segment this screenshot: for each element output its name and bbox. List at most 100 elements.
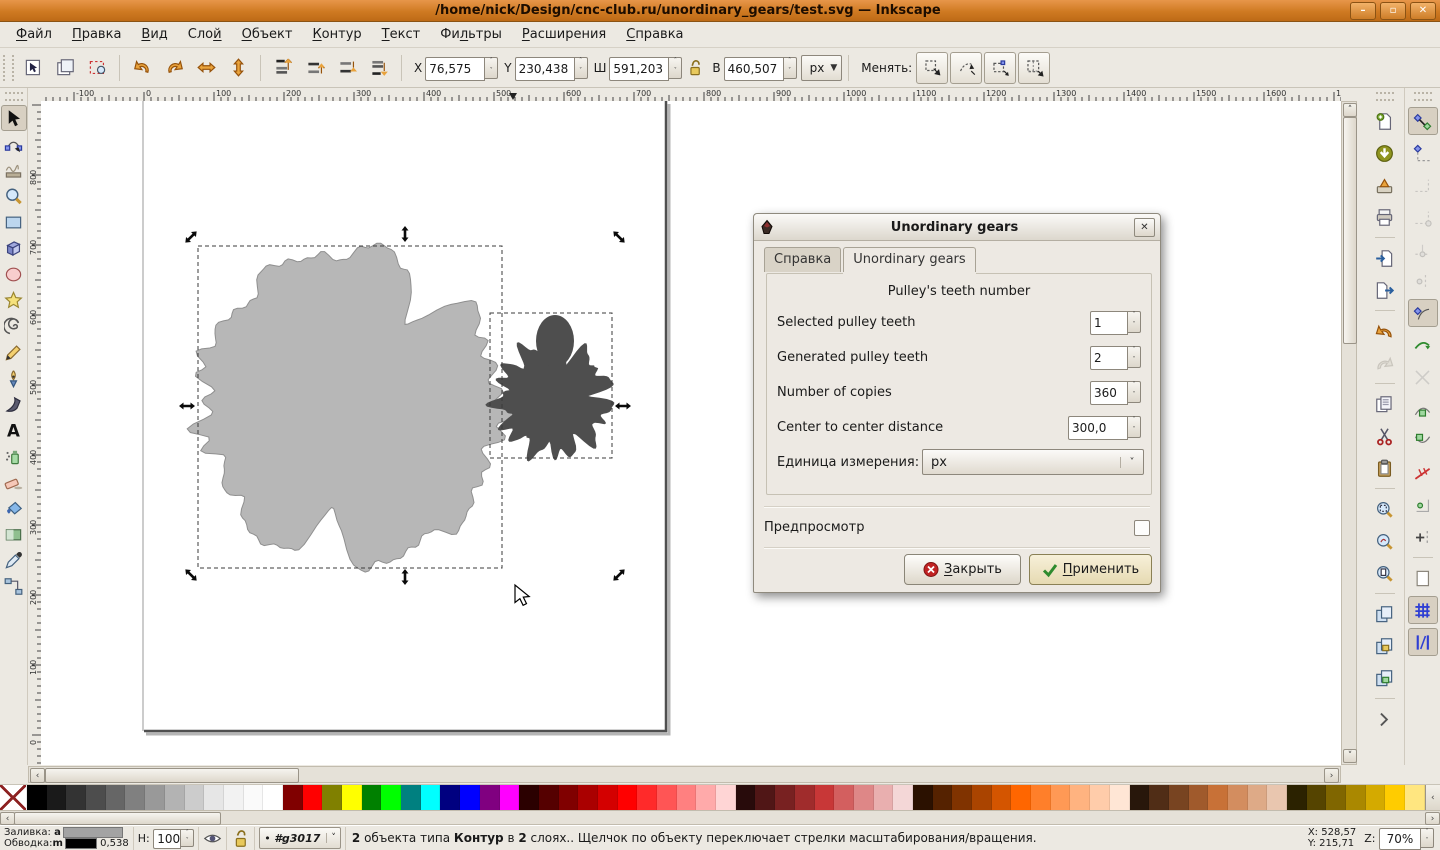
ellipse-tool-button[interactable] (1, 261, 27, 287)
color-swatch[interactable] (755, 785, 776, 810)
menu-2-item[interactable]: Правка (62, 23, 131, 46)
width-field[interactable]: 591,203 ˄ ˅ (609, 56, 683, 81)
color-swatch[interactable] (952, 785, 972, 810)
close-button[interactable]: ✕ (1410, 1, 1436, 20)
fill-swatch[interactable] (62, 827, 123, 838)
color-swatch[interactable] (991, 785, 1012, 810)
tweak-tool-button[interactable] (1, 157, 27, 183)
zoom-page-button[interactable] (1370, 559, 1400, 587)
dropper-tool-button[interactable] (1, 547, 27, 573)
dialog-tab-1[interactable]: Справка (764, 247, 842, 272)
opacity-spinbox[interactable]: 100 ˄ ˅ (153, 829, 195, 849)
scroll-right-icon[interactable]: › (1324, 768, 1339, 783)
flip-horizontal-button[interactable] (191, 53, 221, 83)
color-swatch[interactable] (164, 785, 185, 810)
menu-1-item[interactable]: Файл (6, 23, 62, 46)
connector-tool-button[interactable] (1, 573, 27, 599)
star-tool-button[interactable] (1, 287, 27, 313)
snap-bbox-center-toggle[interactable] (1408, 267, 1438, 295)
color-swatch[interactable] (1287, 785, 1307, 810)
color-swatch[interactable] (538, 785, 559, 810)
spray-tool-button[interactable] (1, 443, 27, 469)
eraser-tool-button[interactable] (1, 469, 27, 495)
color-swatch[interactable] (184, 785, 205, 810)
select-in-all-layers-button[interactable] (50, 53, 80, 83)
node-tool-button[interactable] (1, 131, 27, 157)
menu-5-item[interactable]: Объект (232, 23, 303, 46)
snap-smooth-toggle[interactable] (1408, 427, 1438, 455)
select-all-button[interactable] (18, 53, 48, 83)
raise-to-top-button[interactable] (268, 53, 298, 83)
dialog-close-button[interactable]: ✕ (1134, 217, 1155, 237)
snap-path-toggle[interactable] (1408, 331, 1438, 359)
commandsbar-grip[interactable] (1375, 92, 1394, 101)
param-spinbox[interactable]: 2 ˄ ˅ (1090, 346, 1141, 370)
color-swatch-none[interactable] (0, 785, 27, 810)
snap-mid-toggle[interactable] (1408, 459, 1438, 487)
snap-bbox-edge-toggle[interactable] (1408, 171, 1438, 199)
snap-node-toggle[interactable] (1407, 299, 1438, 327)
scroll-down-icon[interactable]: ˅ (1343, 749, 1357, 763)
snapbar-grip[interactable] (1413, 92, 1432, 101)
snap-bbox-toggle[interactable] (1408, 139, 1438, 167)
deselect-button[interactable] (82, 53, 112, 83)
flip-vertical-button[interactable] (223, 53, 253, 83)
color-swatch[interactable] (1070, 785, 1091, 810)
color-swatch[interactable] (1168, 785, 1189, 810)
color-swatch[interactable] (204, 785, 224, 810)
selection-handle[interactable] (179, 402, 195, 410)
color-swatch[interactable] (578, 785, 598, 810)
color-swatch[interactable] (145, 785, 165, 810)
horizontal-ruler[interactable]: -100 0 100 200 300 400 500 600 700 800 900 1000 1100… (41, 88, 1341, 102)
redo-button[interactable] (1370, 349, 1400, 377)
param-spinbox[interactable]: 360 ˄ ˅ (1090, 381, 1141, 405)
horizontal-scrollbar-thumb[interactable] (45, 768, 299, 783)
scroll-left-icon[interactable]: ‹ (30, 768, 45, 783)
lower-to-bottom-button[interactable] (364, 53, 394, 83)
snap-rotation-toggle[interactable] (1408, 523, 1438, 551)
color-swatch[interactable] (1129, 785, 1150, 810)
apply-button[interactable]: Применить (1029, 554, 1152, 585)
toolbox-grip[interactable] (4, 92, 23, 101)
selection-handle[interactable] (611, 567, 627, 583)
color-swatch[interactable] (1011, 785, 1032, 810)
paste-button[interactable] (1370, 454, 1400, 482)
snap-intersection-toggle[interactable] (1408, 363, 1438, 391)
selection-handle[interactable] (183, 229, 199, 245)
vertical-scrollbar[interactable]: ˄ ˅ (1341, 101, 1357, 765)
color-swatch[interactable] (519, 785, 539, 810)
units-combobox[interactable]: px ˅ (922, 449, 1144, 475)
clone-button[interactable] (1370, 632, 1400, 660)
color-swatch[interactable] (1031, 785, 1051, 810)
zoom-tool-button[interactable] (1, 183, 27, 209)
color-swatch[interactable] (420, 785, 441, 810)
menu-6-item[interactable]: Контур (302, 23, 371, 46)
color-swatch[interactable] (1149, 785, 1169, 810)
color-swatch[interactable] (1050, 785, 1071, 810)
transform-stroke-button[interactable] (950, 51, 983, 84)
param-spinbox[interactable]: 300,0 ˄ ˅ (1068, 416, 1141, 440)
menu-7-item[interactable]: Текст (372, 23, 431, 46)
layer-visibility-button[interactable] (199, 826, 228, 850)
color-swatch[interactable] (322, 785, 342, 810)
minimize-button[interactable]: – (1350, 1, 1376, 20)
color-swatch[interactable] (361, 785, 382, 810)
layer-selector[interactable]: • #g3017 ˅ (255, 826, 346, 850)
color-swatch[interactable] (27, 785, 47, 810)
color-swatch[interactable] (302, 785, 323, 810)
color-swatch[interactable] (853, 785, 874, 810)
lock-ratio-icon[interactable] (683, 53, 705, 83)
lower-button[interactable] (332, 53, 362, 83)
color-swatch[interactable] (125, 785, 146, 810)
cut-button[interactable] (1370, 422, 1400, 450)
color-swatch[interactable] (1326, 785, 1347, 810)
selection-handle[interactable] (615, 402, 631, 410)
raise-button[interactable] (300, 53, 330, 83)
color-swatch[interactable] (1227, 785, 1248, 810)
pen-tool-button[interactable] (1, 365, 27, 391)
duplicate-button[interactable] (1370, 600, 1400, 628)
dialog-titlebar[interactable]: Unordinary gears ✕ (754, 214, 1160, 241)
zoom-selection-button[interactable] (1370, 495, 1400, 523)
color-swatch[interactable] (401, 785, 421, 810)
toolbar-grip[interactable] (3, 54, 14, 81)
